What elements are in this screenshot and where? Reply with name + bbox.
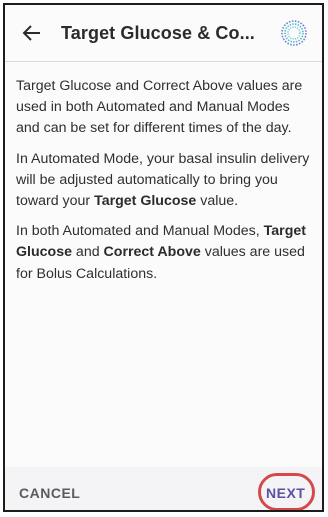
next-button[interactable]: NEXT xyxy=(266,485,305,501)
screen-frame: Target Glucose & Co... Target Glucose an… xyxy=(0,0,328,517)
top-bar: Target Glucose & Co... xyxy=(5,5,322,62)
arrow-left-icon xyxy=(22,25,40,41)
bold-target-glucose: Target Glucose xyxy=(94,193,197,210)
cancel-button[interactable]: CANCEL xyxy=(19,485,80,501)
bold-correct-above: Correct Above xyxy=(103,244,201,261)
paragraph-2: In Automated Mode, your basal insulin de… xyxy=(16,150,310,210)
activity-ring-icon xyxy=(280,19,308,47)
paragraph-1: Target Glucose and Correct Above values … xyxy=(16,78,303,137)
back-button[interactable] xyxy=(17,18,47,48)
paragraph-3: In both Automated and Manual Modes, Targ… xyxy=(16,223,306,282)
info-text: Target Glucose and Correct Above values … xyxy=(16,76,316,294)
app-screen: Target Glucose & Co... Target Glucose an… xyxy=(3,3,324,512)
bottom-bar: CANCEL NEXT xyxy=(5,467,322,510)
page-title: Target Glucose & Co... xyxy=(61,23,255,43)
